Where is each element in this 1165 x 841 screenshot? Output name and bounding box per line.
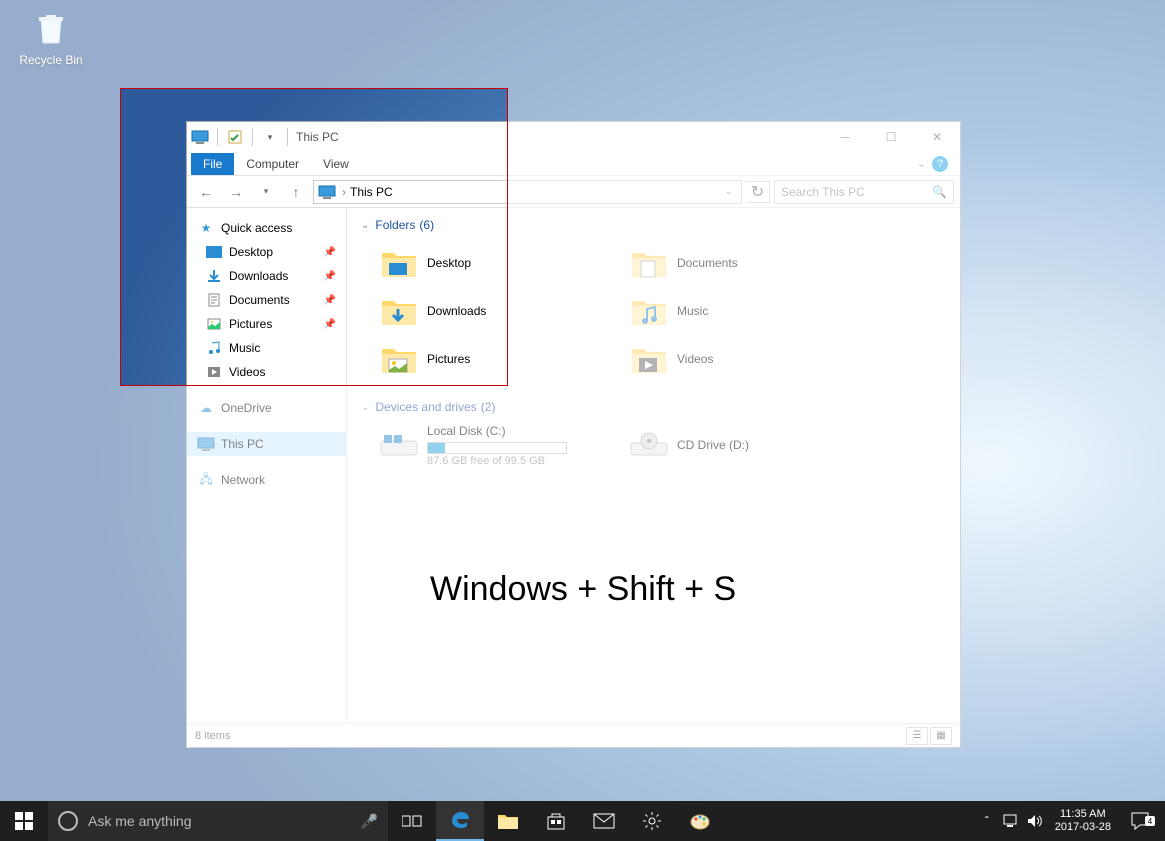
action-center-button[interactable]: 4 bbox=[1119, 812, 1161, 830]
taskbar-clock[interactable]: 11:35 AM 2017-03-28 bbox=[1047, 808, 1119, 834]
cortana-placeholder: Ask me anything bbox=[88, 813, 192, 829]
volume-icon[interactable] bbox=[1023, 814, 1047, 828]
start-button[interactable] bbox=[0, 801, 48, 841]
taskbar-store[interactable] bbox=[532, 801, 580, 841]
tray-overflow-icon[interactable]: ˆ bbox=[975, 814, 999, 828]
system-tray: ˆ 11:35 AM 2017-03-28 4 bbox=[971, 801, 1165, 841]
shortcut-annotation: Windows + Shift + S bbox=[430, 570, 736, 609]
microphone-icon[interactable]: 🎤 bbox=[361, 813, 378, 830]
cortana-search[interactable]: Ask me anything 🎤 bbox=[48, 801, 388, 841]
taskbar-file-explorer[interactable] bbox=[484, 801, 532, 841]
taskbar-settings[interactable] bbox=[628, 801, 676, 841]
taskbar-paint[interactable] bbox=[676, 801, 724, 841]
snip-selection[interactable] bbox=[120, 88, 508, 386]
taskbar-mail[interactable] bbox=[580, 801, 628, 841]
clock-time: 11:35 AM bbox=[1055, 808, 1111, 821]
taskbar-edge[interactable] bbox=[436, 801, 484, 841]
clock-date: 2017-03-28 bbox=[1055, 821, 1111, 834]
taskbar: Ask me anything 🎤 ˆ 11:35 AM 2017-03-28 bbox=[0, 801, 1165, 841]
cortana-icon bbox=[58, 811, 78, 831]
task-view-button[interactable] bbox=[388, 801, 436, 841]
notification-badge: 4 bbox=[1145, 816, 1155, 826]
network-icon[interactable] bbox=[999, 814, 1023, 828]
